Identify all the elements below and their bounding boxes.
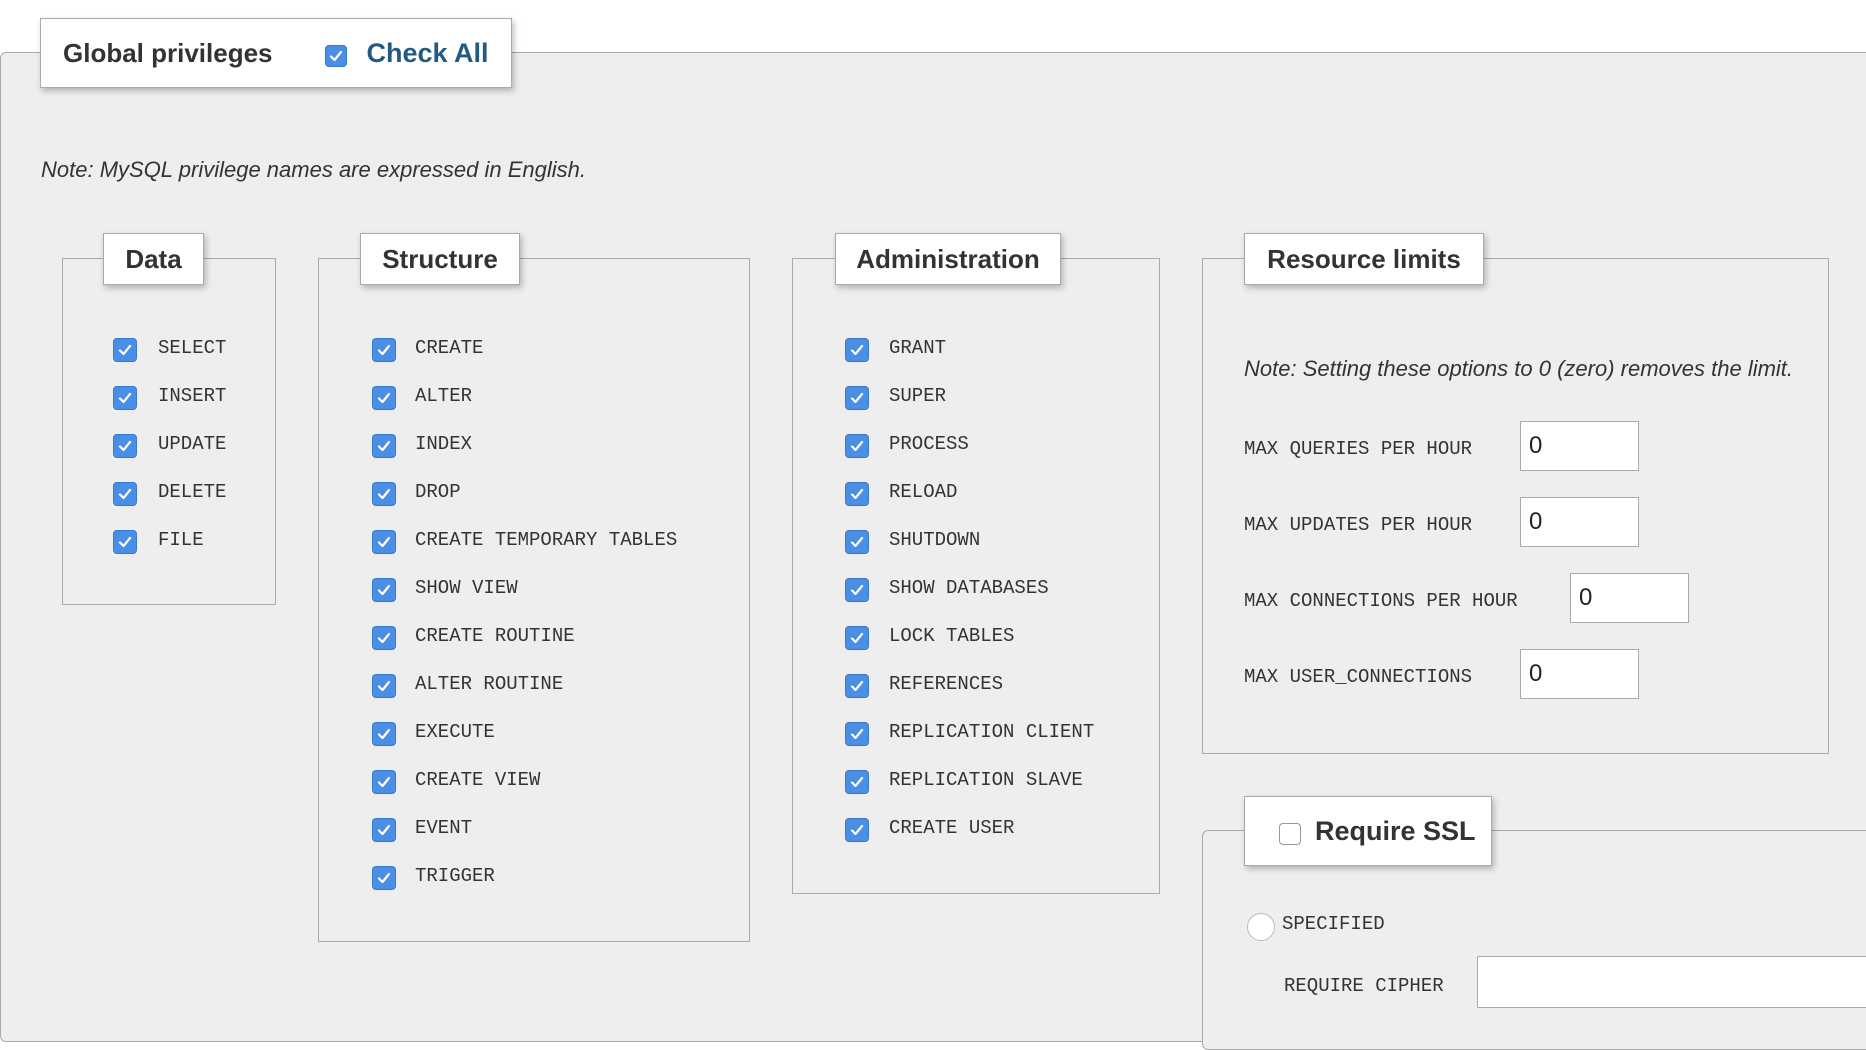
resource-limits-title: Resource limits — [1267, 243, 1461, 274]
max-user-connections-label: MAX USER_CONNECTIONS — [1244, 666, 1473, 688]
create-checkbox[interactable] — [372, 338, 396, 362]
alter-label: ALTER — [415, 385, 473, 407]
create-label: CREATE — [415, 337, 484, 359]
show-view-label: SHOW VIEW — [415, 577, 518, 599]
trigger-label: TRIGGER — [415, 865, 495, 887]
execute-checkbox[interactable] — [372, 722, 396, 746]
file-label: FILE — [158, 529, 204, 551]
privilege-names-note: Note: MySQL privilege names are expresse… — [41, 157, 586, 182]
require-ssl-title: Require SSL — [1315, 815, 1476, 846]
check-all-checkbox[interactable] — [324, 45, 347, 67]
alter-routine-label: ALTER ROUTINE — [415, 673, 564, 695]
check-all-link[interactable]: Check All — [367, 38, 489, 69]
max-updates-label: MAX UPDATES PER HOUR — [1244, 514, 1473, 536]
require-cipher-input[interactable] — [1477, 956, 1866, 1008]
create-routine-checkbox[interactable] — [372, 626, 396, 650]
max-user-connections-input[interactable] — [1520, 649, 1639, 699]
max-connections-input[interactable] — [1570, 573, 1689, 623]
create-routine-label: CREATE ROUTINE — [415, 625, 575, 647]
max-connections-label: MAX CONNECTIONS PER HOUR — [1244, 590, 1518, 612]
replication-slave-checkbox[interactable] — [845, 770, 869, 794]
lock-tables-label: LOCK TABLES — [889, 625, 1015, 647]
reload-label: RELOAD — [889, 481, 958, 503]
data-legend: Data — [103, 233, 204, 285]
require-ssl-legend: Require SSL — [1244, 796, 1492, 866]
data-fieldset — [62, 258, 276, 605]
event-checkbox[interactable] — [372, 818, 396, 842]
create-user-checkbox[interactable] — [845, 818, 869, 842]
index-label: INDEX — [415, 433, 473, 455]
delete-checkbox[interactable] — [113, 482, 137, 506]
create-view-label: CREATE VIEW — [415, 769, 541, 791]
process-checkbox[interactable] — [845, 434, 869, 458]
file-checkbox[interactable] — [113, 530, 137, 554]
replication-client-label: REPLICATION CLIENT — [889, 721, 1095, 743]
resource-limits-note: Note: Setting these options to 0 (zero) … — [1244, 356, 1794, 381]
structure-legend: Structure — [360, 233, 520, 285]
lock-tables-checkbox[interactable] — [845, 626, 869, 650]
drop-label: DROP — [415, 481, 461, 503]
grant-checkbox[interactable] — [845, 338, 869, 362]
show-databases-checkbox[interactable] — [845, 578, 869, 602]
require-cipher-label: REQUIRE CIPHER — [1284, 975, 1444, 997]
global-privileges-legend: Global privileges Check All — [40, 18, 512, 88]
update-label: UPDATE — [158, 433, 227, 455]
insert-checkbox[interactable] — [113, 386, 137, 410]
process-label: PROCESS — [889, 433, 969, 455]
global-privileges-title: Global privileges — [63, 37, 273, 68]
max-queries-label: MAX QUERIES PER HOUR — [1244, 438, 1473, 460]
trigger-checkbox[interactable] — [372, 866, 396, 890]
create-temporary-tables-checkbox[interactable] — [372, 530, 396, 554]
index-checkbox[interactable] — [372, 434, 396, 458]
create-view-checkbox[interactable] — [372, 770, 396, 794]
execute-label: EXECUTE — [415, 721, 495, 743]
shutdown-checkbox[interactable] — [845, 530, 869, 554]
event-label: EVENT — [415, 817, 473, 839]
administration-legend: Administration — [835, 233, 1061, 285]
delete-label: DELETE — [158, 481, 227, 503]
resource-limits-legend: Resource limits — [1244, 233, 1484, 285]
insert-label: INSERT — [158, 385, 227, 407]
replication-client-checkbox[interactable] — [845, 722, 869, 746]
show-databases-label: SHOW DATABASES — [889, 577, 1049, 599]
shutdown-label: SHUTDOWN — [889, 529, 981, 551]
show-view-checkbox[interactable] — [372, 578, 396, 602]
update-checkbox[interactable] — [113, 434, 137, 458]
references-checkbox[interactable] — [845, 674, 869, 698]
structure-title: Structure — [382, 243, 498, 274]
select-checkbox[interactable] — [113, 338, 137, 362]
select-label: SELECT — [158, 337, 227, 359]
create-temporary-tables-label: CREATE TEMPORARY TABLES — [415, 529, 678, 551]
administration-title: Administration — [856, 243, 1040, 274]
create-user-label: CREATE USER — [889, 817, 1015, 839]
replication-slave-label: REPLICATION SLAVE — [889, 769, 1083, 791]
alter-routine-checkbox[interactable] — [372, 674, 396, 698]
references-label: REFERENCES — [889, 673, 1004, 695]
drop-checkbox[interactable] — [372, 482, 396, 506]
super-label: SUPER — [889, 385, 947, 407]
data-title: Data — [125, 243, 182, 274]
super-checkbox[interactable] — [845, 386, 869, 410]
specified-radio[interactable] — [1247, 913, 1275, 941]
require-ssl-checkbox[interactable] — [1279, 823, 1301, 845]
grant-label: GRANT — [889, 337, 947, 359]
max-queries-input[interactable] — [1520, 421, 1639, 471]
alter-checkbox[interactable] — [372, 386, 396, 410]
max-updates-input[interactable] — [1520, 497, 1639, 547]
reload-checkbox[interactable] — [845, 482, 869, 506]
specified-label: SPECIFIED — [1282, 913, 1385, 935]
